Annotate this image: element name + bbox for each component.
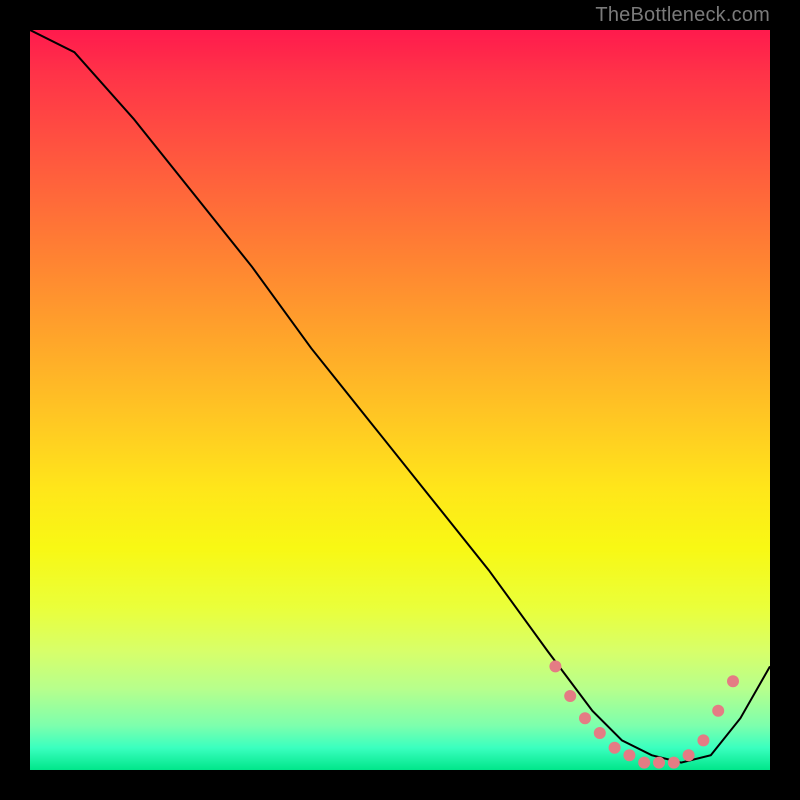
curve-marker: [549, 660, 561, 672]
curve-marker: [683, 749, 695, 761]
curve-marker: [668, 757, 680, 769]
curve-marker: [697, 734, 709, 746]
curve-marker: [638, 757, 650, 769]
curve-marker: [712, 705, 724, 717]
curve-marker: [609, 742, 621, 754]
curve-line: [30, 30, 770, 763]
curve-marker: [564, 690, 576, 702]
chart-svg: [30, 30, 770, 770]
curve-marker: [594, 727, 606, 739]
curve-marker: [623, 749, 635, 761]
plot-area: [30, 30, 770, 770]
watermark-text: TheBottleneck.com: [595, 4, 770, 27]
figure: TheBottleneck.com: [0, 0, 800, 800]
curve-marker: [727, 675, 739, 687]
curve-marker: [579, 712, 591, 724]
curve-marker: [653, 757, 665, 769]
